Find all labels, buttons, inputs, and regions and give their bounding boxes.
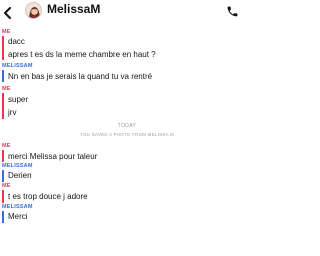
sender-bar-melissam bbox=[2, 170, 4, 182]
chat-header: MelissaM bbox=[0, 0, 254, 26]
sender-bar-me bbox=[2, 190, 4, 203]
sender-bar-me bbox=[2, 36, 4, 60]
chat-message[interactable]: dacc bbox=[8, 37, 25, 46]
chat-message[interactable]: Derien bbox=[8, 171, 32, 180]
bitmoji-avatar-icon bbox=[26, 3, 41, 18]
sender-label-melissam: MELISSAM bbox=[2, 63, 33, 69]
chat-message[interactable]: jrv bbox=[8, 108, 16, 117]
sender-label-me: ME bbox=[2, 86, 11, 92]
sender-label-melissam: MELISSAM bbox=[2, 163, 33, 169]
phone-icon[interactable] bbox=[226, 5, 239, 18]
sender-label-me: ME bbox=[2, 29, 11, 35]
chat-message[interactable]: Merci bbox=[8, 212, 28, 221]
sender-bar-melissam bbox=[2, 70, 4, 82]
chevron-left-icon[interactable] bbox=[2, 6, 14, 20]
saved-photo-note[interactable]: YOU SAVED A PHOTO FROM MELISSA M bbox=[0, 132, 254, 137]
sender-label-melissam: MELISSAM bbox=[2, 204, 33, 210]
chat-message[interactable]: Nn en bas je serais la quand tu va rentr… bbox=[8, 72, 152, 81]
contact-name[interactable]: MelissaM bbox=[47, 2, 100, 16]
chat-message[interactable]: merci Melissa pour taleur bbox=[8, 152, 97, 161]
date-separator: TODAY bbox=[117, 123, 137, 129]
chat-message[interactable]: super bbox=[8, 95, 28, 104]
sender-label-me: ME bbox=[2, 143, 11, 149]
chat-message[interactable]: t es trop douce j adore bbox=[8, 192, 88, 201]
sender-bar-melissam bbox=[2, 211, 4, 223]
sender-label-me: ME bbox=[2, 183, 11, 189]
sender-bar-me bbox=[2, 93, 4, 119]
chat-message[interactable]: apres t es ds la meme chambre en haut ? bbox=[8, 50, 156, 59]
sender-bar-me bbox=[2, 150, 4, 162]
avatar[interactable] bbox=[25, 2, 42, 19]
